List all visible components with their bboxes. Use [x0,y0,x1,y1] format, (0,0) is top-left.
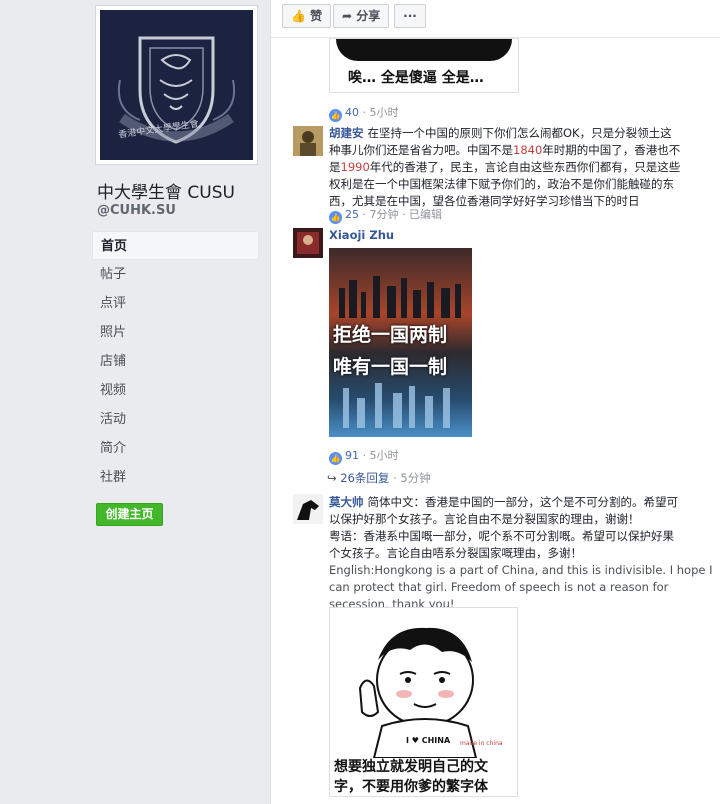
comment-meta: 👍 40 · 5小时 [329,106,399,122]
comment-text-line: 在坚持一个中国的原则下你们怎么闹都OK，只是分裂领土这 [367,126,672,140]
page-nav: 首页 帖子 点评 照片 店铺 视频 活动 简介 社群 [92,231,259,492]
comment-image-city[interactable]: 拒绝一国两制 唯有一国一制 [329,248,472,437]
like-button[interactable]: 👍 赞 [282,4,332,28]
nav-item-shop[interactable]: 店铺 [92,347,259,376]
comment-author[interactable]: 胡建安 [329,126,364,140]
comment-author[interactable]: 莫大帅 [329,495,364,509]
comment-image-meme-top[interactable]: 唉… 全是傻逼 全是… [329,38,519,93]
more-options-button[interactable]: ··· [394,4,426,28]
comment-text-line: 权利是在一个中国框架法律下赋予你们的，政治不是你们能触碰的东 [329,177,674,191]
meme-caption-line: 想要独立就发明自己的文 [334,759,488,775]
avatar[interactable] [293,228,323,258]
like-count-icon: 👍 [329,211,342,224]
comment-body: Xiaoji Zhu [329,227,689,244]
comment-meta: 👍 25 · 7分钟 · 已编辑 [329,208,442,224]
like-count[interactable]: 40 [345,106,359,119]
like-label: 赞 [310,9,323,23]
comment-image-meme-bottom[interactable]: I ♥ CHINA made in china 想要独立就发明自己的文 字，不要… [329,607,518,797]
like-count[interactable]: 91 [345,449,359,462]
comment-body: 莫大帅 简体中文：香港是中国的一部分，这个是不可分割的。希望可 以保护好那个女孩子… [329,494,713,613]
nav-item-events[interactable]: 活动 [92,405,259,434]
share-button[interactable]: ➦ 分享 [333,4,390,28]
comment-text-line: 以保护好那个女孩子。言论自由不是分裂国家的理由，谢谢！ [329,512,640,526]
create-page-button[interactable]: 创建主页 [96,503,163,526]
comment-time[interactable]: 5小时 [370,106,399,119]
like-count[interactable]: 25 [345,208,359,221]
avatar[interactable] [293,126,323,156]
shirt-text: I ♥ CHINA [406,736,451,745]
comment-author[interactable]: Xiaoji Zhu [329,228,394,242]
comment-text-line: 简体中文：香港是中国的一部分，这个是不可分割的。希望可 [367,495,679,509]
post-feed: 👍 赞 ➦ 分享 ··· 唉… 全是傻逼 全是… 👍 40 · 5小时 胡建安 在坚… [270,0,720,804]
replies-count[interactable]: 26条回复 [340,471,389,485]
reply-arrow-icon: ↪ [327,471,337,485]
share-label: 分享 [356,9,381,23]
comment-text-line: can protect that girl. Freedom of speech… [329,580,669,594]
comment-body: 胡建安 在坚持一个中国的原则下你们怎么闹都OK，只是分裂领土这 种事儿你们还是省省… [329,125,689,210]
replies-time: 5分钟 [400,471,431,485]
nav-item-about[interactable]: 简介 [92,434,259,463]
comment-text-line: 是1990年代的香港了，民主，言论自由这些东西你们都有，只是这些 [329,160,681,174]
comment-meta: 👍 91 · 5小时 [329,449,399,465]
nav-item-videos[interactable]: 视频 [92,376,259,405]
replies-link[interactable]: ↪ 26条回复 · 5分钟 [327,470,431,486]
image-caption-line: 拒绝一国两制 [333,324,448,346]
nav-item-community[interactable]: 社群 [92,463,259,492]
image-caption-line: 唯有一国一制 [333,356,448,378]
comment-time[interactable]: 5小时 [370,449,399,462]
nav-item-posts[interactable]: 帖子 [92,260,259,289]
thumbs-up-icon: 👍 [291,9,306,23]
nav-item-home[interactable]: 首页 [92,231,259,260]
page-sidebar: 香港中文大學學生會 中大學生會 CUSU @CUHK.SU 首页 帖子 点评 照… [0,0,270,804]
meme-caption-line: 字，不要用你爹的繁字体 [334,779,488,795]
post-action-bar: 👍 赞 ➦ 分享 ··· [271,0,720,38]
nav-item-reviews[interactable]: 点评 [92,289,259,318]
made-in-label: made in china [460,740,503,747]
nav-item-photos[interactable]: 照片 [92,318,259,347]
comment-time[interactable]: 7分钟 [370,208,399,221]
comment-text-line: 个女孩子。言论自由唔系分裂国家嘅理由，多谢！ [329,546,582,560]
avatar[interactable] [293,494,323,524]
like-count-icon: 👍 [329,109,342,122]
comment-text-line: English:Hongkong is a part of China, and… [329,563,713,577]
page-title[interactable]: 中大學生會 CUSU [97,178,235,203]
like-count-icon: 👍 [329,452,342,465]
meme-image-dark [336,39,512,61]
profile-picture[interactable]: 香港中文大學學生會 [95,5,258,165]
comment-text-line: 粤语：香港系中国嘅一部分，呢个系不可分割嘅。希望可以保护好果 [329,529,674,543]
meme-caption: 唉… 全是傻逼 全是… [348,70,484,86]
cusu-logo: 香港中文大學學生會 [100,10,253,160]
comment-text-line: 种事儿你们还是省省力吧。中国不是1840年时期的中国了，香港也不 [329,143,681,157]
edited-label[interactable]: 已编辑 [409,208,442,221]
share-arrow-icon: ➦ [342,9,353,23]
page-handle[interactable]: @CUHK.SU [97,203,176,218]
